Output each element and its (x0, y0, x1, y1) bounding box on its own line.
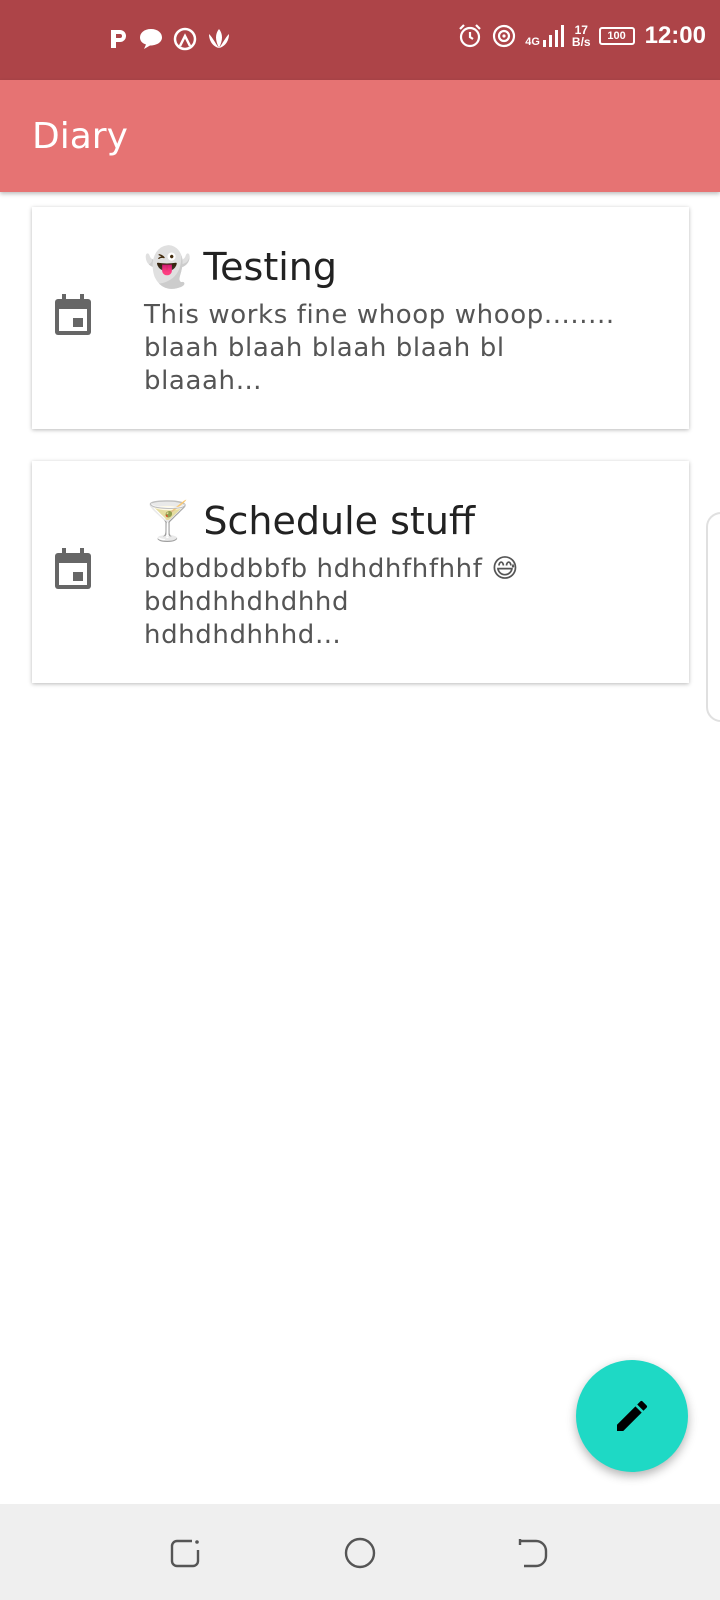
entry-preview-line: hdhdhdhhhd… (144, 620, 342, 650)
navigation-bar (0, 1504, 720, 1600)
hotspot-icon (493, 24, 516, 48)
edge-panel-handle[interactable] (706, 512, 720, 722)
status-bar: 4G 17 B/s 100 12:00 (0, 0, 720, 80)
notification-icons (108, 26, 232, 52)
home-icon[interactable] (343, 1536, 377, 1570)
entry-title: 👻 Testing (144, 245, 337, 290)
net-speed: 17 B/s (572, 24, 591, 48)
new-entry-button[interactable] (576, 1360, 688, 1472)
calendar-icon (55, 294, 91, 335)
diary-entry-card[interactable]: 🍸 Schedule stuff bdbdbdbbfb hdhdhfhfhhf … (32, 461, 689, 683)
page-title: Diary (32, 116, 128, 157)
network-type: 4G (525, 36, 540, 48)
entry-title-text: Schedule stuff (203, 499, 476, 543)
entry-emoji: 🍸 (144, 499, 192, 543)
entry-preview-line: blaaah… (144, 366, 263, 396)
battery-icon: 100 (598, 27, 635, 45)
system-icons: 4G 17 B/s 100 12:00 (457, 22, 706, 50)
entry-preview: bdbdbdbbfb hdhdhfhfhhf 😅 bdhdhhdhdhhd hd… (144, 553, 644, 652)
entry-preview-line: bdbdbdbbfb hdhdhfhfhhf 😅 (144, 554, 520, 584)
alarm-icon (459, 24, 482, 48)
back-icon[interactable] (516, 1536, 550, 1570)
net-speed-unit: B/s (571, 35, 591, 49)
hotspot-icon (173, 27, 197, 51)
chat-bubble-icon (140, 29, 162, 49)
entry-preview-line: blaah blaah blaah blaah bl (144, 333, 505, 363)
entry-emoji: 👻 (144, 245, 192, 289)
signal-4g-icon: 4G (525, 24, 564, 48)
recent-apps-icon[interactable] (168, 1536, 202, 1570)
entry-title-text: Testing (203, 245, 338, 289)
p-app-icon (111, 30, 126, 48)
battery-level: 100 (607, 30, 626, 42)
pencil-icon (617, 1400, 648, 1431)
app-bar: Diary (0, 80, 720, 192)
calendar-icon (55, 548, 91, 589)
diary-entry-card[interactable]: 👻 Testing This works fine whoop whoop...… (32, 207, 689, 429)
lotus-icon (209, 29, 229, 48)
entry-preview-line: This works fine whoop whoop........ (144, 300, 615, 330)
status-time: 12:00 (644, 22, 706, 49)
entry-preview: This works fine whoop whoop........ blaa… (144, 299, 644, 398)
entry-title: 🍸 Schedule stuff (144, 499, 475, 544)
entry-preview-line: bdhdhhdhdhhd (144, 587, 350, 617)
